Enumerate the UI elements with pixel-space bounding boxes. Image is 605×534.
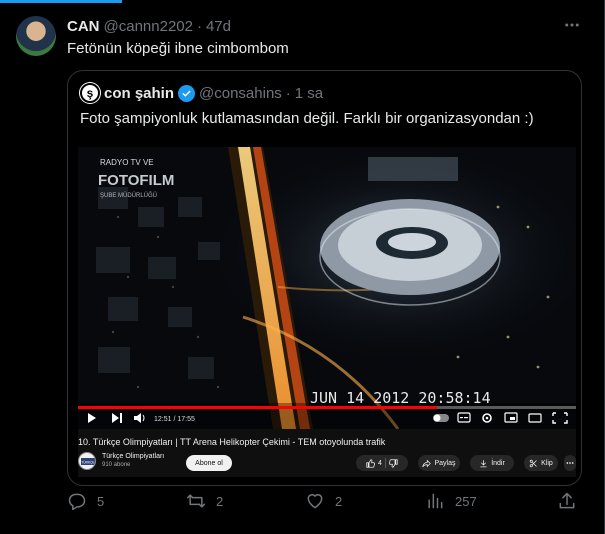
author-handle[interactable]: @cannn2202 xyxy=(104,18,193,35)
thumbs-up-icon xyxy=(366,458,376,468)
video-like-button[interactable]: 4 xyxy=(356,455,408,471)
video-download-label: İndir xyxy=(491,459,505,467)
like-count: 2 xyxy=(335,493,343,509)
subscriber-count: 910 abone xyxy=(102,462,131,468)
verified-badge-icon xyxy=(178,84,196,102)
video-more-button[interactable] xyxy=(564,455,576,471)
autoplay-toggle-icon[interactable] xyxy=(433,414,449,422)
tweet-text: Fetönün köpeği ibne cimbombom xyxy=(67,40,289,57)
channel-avatar[interactable]: TÜRKÇE xyxy=(78,452,96,470)
quoted-tweet[interactable]: ş con şahin @consahins · 1 sa Foto şampi… xyxy=(67,70,582,486)
download-icon xyxy=(480,459,487,467)
like-button[interactable]: 2 xyxy=(305,490,342,512)
video-like-count: 4 xyxy=(378,459,382,467)
tweet-timestamp[interactable]: 47d xyxy=(206,18,231,35)
quoted-author-avatar: ş xyxy=(80,83,100,103)
share-arrow-icon xyxy=(422,459,432,467)
channel-name[interactable]: Türkçe Olimpiyatları xyxy=(102,453,164,460)
subscribe-button[interactable]: Abone ol xyxy=(186,455,232,471)
video-clip-label: Klip xyxy=(541,459,553,467)
author-name[interactable]: CAN xyxy=(67,18,100,35)
top-accent-bar xyxy=(0,0,122,3)
reply-icon xyxy=(68,493,86,511)
more-options-icon[interactable] xyxy=(560,16,584,36)
quoted-tweet-timestamp: 1 sa xyxy=(294,84,324,102)
quoted-tweet-header: ş con şahin @consahins · 1 sa xyxy=(80,83,323,103)
separator-dot: · xyxy=(285,84,291,102)
repost-count: 2 xyxy=(216,493,224,509)
video-time-display: 12:51 / 17:55 xyxy=(154,416,195,423)
separator-dot: · xyxy=(196,17,202,35)
video-overlay-radyo: RADYO TV VE xyxy=(100,158,154,167)
reply-count: 5 xyxy=(97,493,105,509)
video-overlay-sube: ŞUBE MÜDÜRLÜĞÜ xyxy=(100,192,157,199)
share-icon xyxy=(559,492,575,509)
heart-icon xyxy=(307,494,323,509)
tweet-header: CAN @cannn2202 · 47d xyxy=(67,16,231,36)
reply-button[interactable]: 5 xyxy=(67,490,104,512)
channel-avatar-text: TÜRKÇE xyxy=(81,461,94,465)
tweet-actions: 5 2 2 257 xyxy=(67,490,582,512)
views-button[interactable]: 257 xyxy=(425,490,477,512)
share-button[interactable] xyxy=(557,490,577,512)
quoted-author-handle: @consahins xyxy=(199,84,282,102)
video-download-button[interactable]: İndir xyxy=(470,455,514,471)
author-avatar[interactable] xyxy=(16,16,56,56)
progress-fill xyxy=(78,406,437,409)
video-player[interactable]: RADYO TV VE FOTOFILM ŞUBE MÜDÜRLÜĞÜ JUN … xyxy=(78,147,576,429)
like-divider xyxy=(384,458,386,468)
thumbs-down-icon[interactable] xyxy=(388,458,398,468)
quoted-tweet-text: Foto şampiyonluk kutlamasından değil. Fa… xyxy=(80,110,534,127)
video-clip-button[interactable]: Klip xyxy=(524,455,558,471)
repost-button[interactable]: 2 xyxy=(186,490,223,512)
more-dots-icon xyxy=(566,462,574,464)
scissors-icon xyxy=(529,459,537,467)
repost-icon xyxy=(186,494,206,508)
youtube-embed[interactable]: RADYO TV VE FOTOFILM ŞUBE MÜDÜRLÜĞÜ JUN … xyxy=(78,147,576,477)
view-count: 257 xyxy=(455,493,477,509)
video-share-label: Paylaş xyxy=(434,459,456,467)
video-overlay-logo: FOTOFILM xyxy=(98,172,174,189)
quoted-author-name: con şahin xyxy=(104,84,175,102)
video-share-button[interactable]: Paylaş xyxy=(418,455,460,471)
video-title[interactable]: 10. Türkçe Olimpiyatları | TT Arena Heli… xyxy=(78,437,576,447)
views-chart-icon xyxy=(428,493,443,509)
